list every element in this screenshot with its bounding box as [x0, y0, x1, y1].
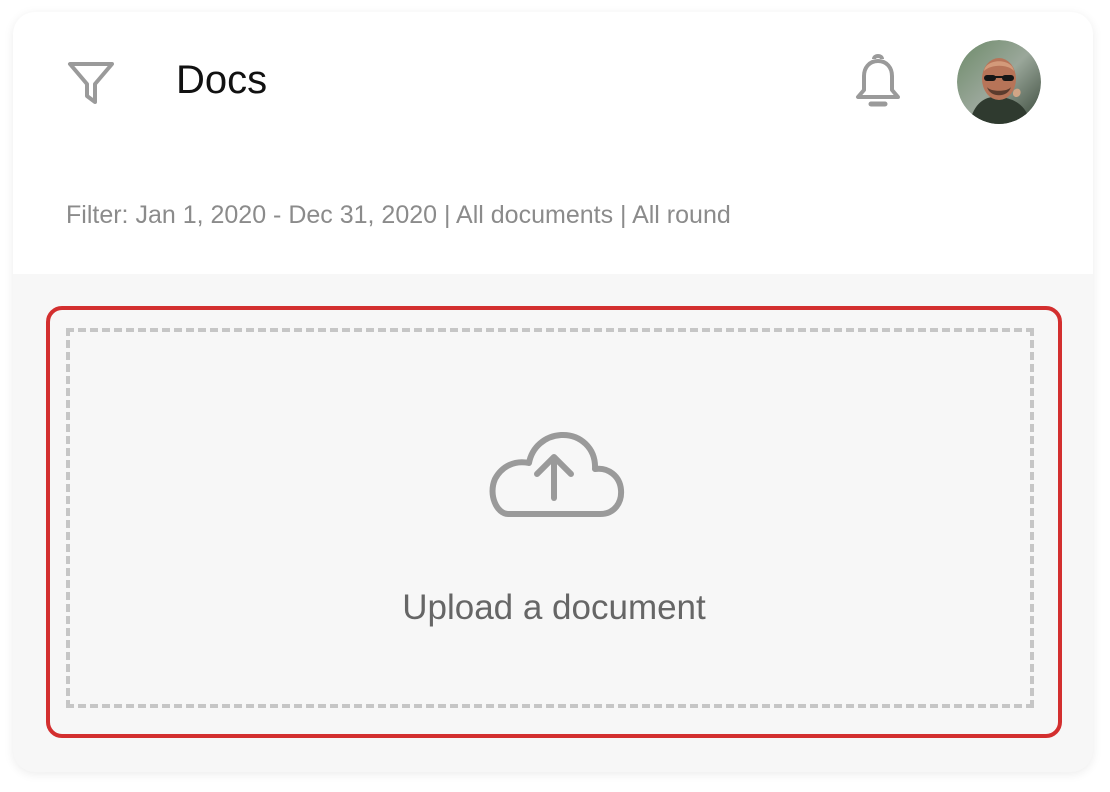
bell-icon[interactable]	[851, 54, 905, 112]
docs-header: Docs Filter: Jan 1, 2020 - Dec 31, 2020 …	[13, 12, 1093, 274]
page-title: Docs	[176, 58, 268, 102]
cloud-upload-icon	[489, 432, 625, 517]
filter-summary: Filter: Jan 1, 2020 - Dec 31, 2020 | All…	[66, 201, 731, 229]
upload-dropzone[interactable]: Upload a document	[46, 306, 1062, 738]
avatar[interactable]	[957, 40, 1041, 124]
upload-label: Upload a document	[402, 588, 706, 627]
filter-icon[interactable]	[65, 56, 117, 108]
docs-card: Docs Filter: Jan 1, 2020 - Dec 31, 2020 …	[13, 12, 1093, 772]
